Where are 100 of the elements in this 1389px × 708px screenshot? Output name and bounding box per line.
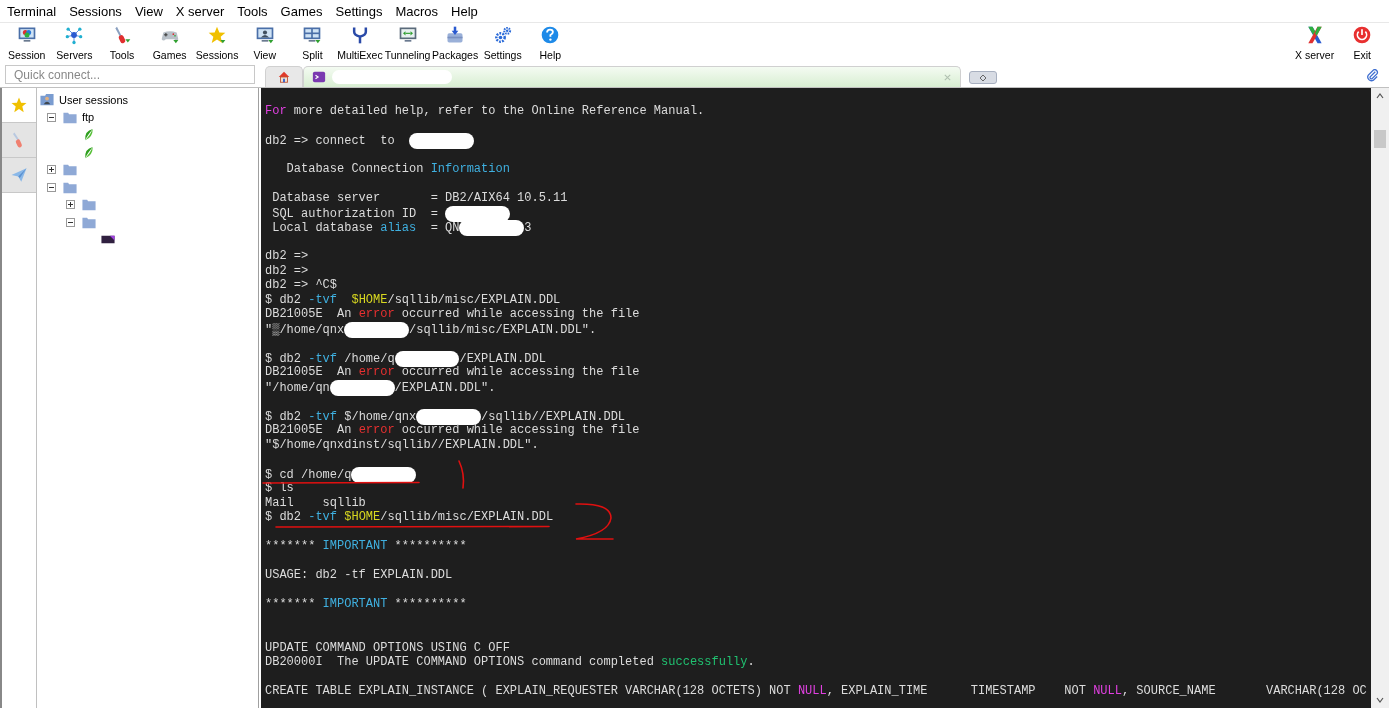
terminal-text: -tvf: [308, 351, 338, 366]
toolbar-button[interactable]: View: [240, 23, 289, 63]
user-folder-icon: [39, 92, 55, 108]
toolbar-button[interactable]: Games: [145, 23, 194, 63]
folder-icon: [62, 162, 78, 178]
terminal-text: occurred while accessing the file: [400, 307, 640, 321]
terminal-text: "$/home/qnxdinst/sqllib//EXPLAIN.DDL".: [265, 437, 539, 452]
redaction-mark: [416, 408, 482, 425]
expand-icon[interactable]: [47, 165, 56, 175]
toolbar-button[interactable]: X server: [1290, 23, 1339, 63]
terminal-text: CREATE TABLE EXPLAIN_INSTANCE ( EXPLAIN_REQUESTER VARCHAR(128 OCTETS) NOT: [265, 684, 792, 698]
toolbar-button[interactable]: Help: [526, 23, 575, 63]
terminal-text: 3: [524, 221, 532, 236]
terminal-text: $ cd /home/q: [265, 467, 352, 482]
terminal-text: "▒/home/qnx: [265, 322, 345, 337]
folder-icon: [81, 197, 97, 213]
terminal-text: -tvf: [308, 409, 338, 424]
toolbar-button[interactable]: Packages: [431, 23, 479, 63]
toolbar-button[interactable]: Tunneling: [383, 23, 432, 63]
redaction-mark: [409, 133, 474, 149]
terminal-text: IMPORTANT: [322, 597, 388, 611]
terminal-text: , SOURCE_NAME VARCHAR(128 OC: [1121, 684, 1367, 698]
redaction-mark: [394, 350, 460, 367]
terminal-text: *******: [265, 597, 317, 611]
paper-plane-icon: [10, 166, 28, 184]
terminal-text: For: [265, 104, 287, 118]
terminal-text: = QN: [429, 221, 460, 236]
terminal-text: occurred while accessing the file: [400, 365, 640, 379]
terminal-text: $ db2: [265, 351, 302, 366]
terminal-text: Database Connection: [285, 162, 425, 176]
terminal-text: Database server = DB2/AIX64 10.5.11: [271, 191, 568, 205]
terminal-text: /EXPLAIN.DDL".: [394, 380, 496, 395]
menu-item[interactable]: View: [129, 3, 168, 19]
new-tab-button[interactable]: [969, 71, 997, 84]
terminal-text: *******: [265, 539, 317, 553]
terminal-text: /sqllib/misc/EXPLAIN.DDL: [380, 510, 554, 524]
toolbar-button[interactable]: Servers: [50, 23, 99, 63]
terminal-text: **********: [393, 597, 467, 611]
terminal-text: error: [358, 365, 395, 379]
redaction-mark: [344, 321, 409, 338]
collapse-icon[interactable]: [66, 217, 75, 227]
power-icon: [1352, 25, 1373, 45]
terminal-text: **********: [393, 539, 467, 553]
menu-item[interactable]: Games: [275, 3, 328, 19]
terminal-text: $ db2: [265, 409, 302, 424]
monitor-icon: [254, 25, 275, 45]
home-tab[interactable]: [265, 66, 303, 87]
terminal-text: USAGE: db2 -tf EXPLAIN.DDL: [265, 568, 453, 582]
paperclip-icon[interactable]: [1366, 69, 1379, 82]
collapse-icon[interactable]: [47, 112, 56, 122]
house-icon: [277, 70, 291, 84]
split-screen-icon: [302, 25, 323, 45]
terminal-text: $ ls: [265, 481, 294, 495]
network-icon: [64, 25, 85, 45]
collapse-icon[interactable]: [47, 182, 56, 192]
terminal-text: db2 =>: [265, 263, 309, 278]
scroll-thumb[interactable]: [1374, 130, 1386, 148]
terminal-text: Local database: [271, 221, 375, 236]
redaction-mark: [459, 220, 525, 236]
terminal-text: $HOME: [351, 292, 388, 307]
terminal-text: $/home/qnx: [343, 409, 417, 424]
terminal-text: /sqllib/misc/EXPLAIN.DDL".: [409, 322, 597, 337]
gears-icon: [492, 25, 513, 45]
terminal-text: DB21005E An: [265, 365, 353, 379]
star-icon: [207, 25, 228, 45]
terminal-text: DB20000I The UPDATE COMMAND OPTIONS command completed: [265, 655, 655, 669]
terminal-text: error: [358, 307, 395, 321]
scroll-up-icon[interactable]: [1375, 92, 1385, 100]
terminal-text: /EXPLAIN.DDL: [459, 351, 546, 366]
terminal-text: successfully: [661, 655, 748, 669]
toolbar-button[interactable]: Exit: [1338, 23, 1386, 63]
redaction-mark: [445, 205, 510, 222]
quick-connect-field[interactable]: Quick connect...: [5, 65, 255, 84]
toolbar-button[interactable]: Tools: [98, 23, 146, 63]
terminal-text: /sqllib/misc/EXPLAIN.DDL: [387, 292, 561, 307]
terminal-text: more detailed help, refer to the Online Reference Manual.: [292, 104, 705, 118]
expand-icon[interactable]: [66, 200, 75, 210]
terminal-text: db2 => ^C$: [265, 278, 337, 292]
menu-item[interactable]: Macros: [390, 3, 444, 19]
menu-item[interactable]: Settings: [330, 3, 388, 19]
toolbar-button[interactable]: MultiExec: [336, 23, 384, 63]
toolbar-button[interactable]: Sessions: [193, 23, 241, 63]
terminal-text: , EXPLAIN_TIME TIMESTAMP NOT: [826, 684, 1087, 698]
terminal-text: SQL authorization ID =: [271, 206, 439, 221]
menu-item[interactable]: Sessions: [64, 3, 127, 19]
scroll-down-icon[interactable]: [1375, 696, 1385, 704]
menu-item[interactable]: Tools: [232, 3, 273, 19]
terminal-text: NULL: [1093, 684, 1122, 698]
terminal-text: $ db2: [265, 292, 302, 307]
terminal-text: alias: [380, 221, 417, 236]
tree-item[interactable]: ftp: [82, 111, 95, 124]
redaction-mark: [329, 379, 395, 396]
menu-item[interactable]: Terminal: [2, 3, 62, 19]
toolbar-button[interactable]: Settings: [478, 23, 527, 63]
toolbar-button[interactable]: Split: [288, 23, 337, 63]
menu-item[interactable]: X server: [170, 3, 230, 19]
menu-item[interactable]: Help: [446, 3, 483, 19]
toolbar-button[interactable]: Session: [3, 23, 51, 63]
tree-item[interactable]: User sessions: [59, 93, 129, 106]
star-icon: [10, 96, 28, 114]
